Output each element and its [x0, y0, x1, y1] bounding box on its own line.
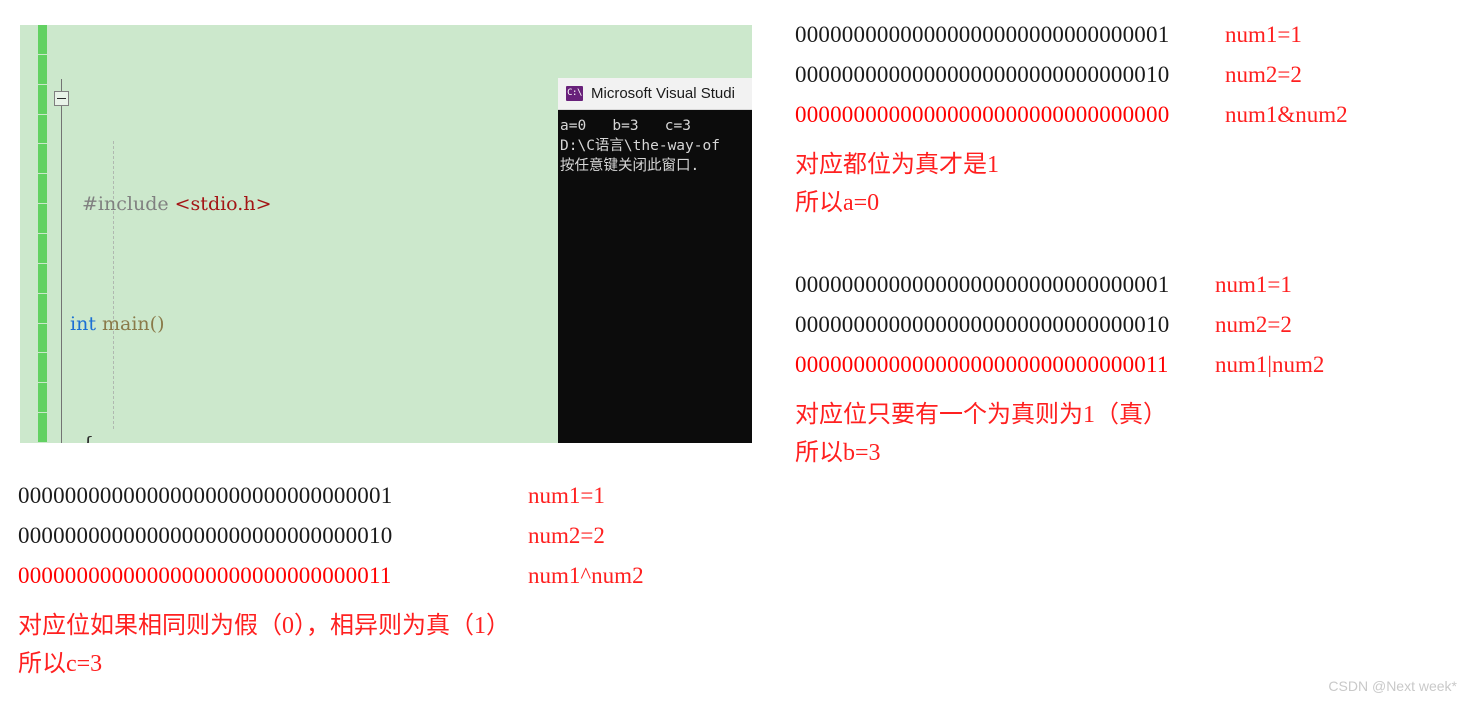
change-segment — [38, 263, 47, 294]
console-title-label: Microsoft Visual Studi — [591, 85, 735, 102]
binary-label: num2=2 — [1225, 62, 1302, 87]
binary-label: num1&num2 — [1225, 102, 1348, 127]
block-structure-line — [61, 79, 62, 443]
binary-label: num1^num2 — [528, 563, 644, 588]
binary-digits: 00000000000000000000000000000010 — [795, 312, 1170, 337]
binary-row: 00000000000000000000000000000010 num2=2 — [795, 312, 1324, 352]
or-note-rule: 对应位只要有一个为真则为1（真） — [795, 402, 1167, 428]
binary-row: 00000000000000000000000000000001 num1=1 — [795, 22, 1348, 62]
and-note-result: 所以a=0 — [795, 190, 880, 216]
binary-digits-result: 00000000000000000000000000000011 — [18, 563, 392, 588]
binary-label: num1=1 — [1225, 22, 1302, 47]
console-app-icon: C:\ — [566, 86, 583, 101]
change-segment — [38, 174, 47, 205]
binary-label: num2=2 — [528, 523, 605, 548]
change-segment — [38, 114, 47, 145]
change-indicator-bar — [38, 25, 47, 443]
header-token: <stdio.h> — [174, 193, 272, 215]
preprocessor-token: #include — [82, 193, 175, 215]
change-segment — [38, 84, 47, 115]
change-segment — [38, 204, 47, 235]
binary-label: num2=2 — [1215, 312, 1292, 337]
xor-operation-block: 00000000000000000000000000000001 num1=1 … — [18, 483, 644, 683]
change-segment — [38, 234, 47, 264]
or-operation-block: 00000000000000000000000000000001 num1=1 … — [795, 272, 1324, 472]
change-segment — [38, 293, 47, 324]
change-segment — [38, 54, 47, 85]
change-segment — [38, 25, 47, 55]
watermark-label: CSDN @Next week* — [1328, 678, 1457, 694]
xor-note-result: 所以c=3 — [18, 651, 103, 677]
brace-token: { — [82, 433, 94, 443]
binary-row: 00000000000000000000000000000001 num1=1 — [795, 272, 1324, 312]
binary-row: 00000000000000000000000000000010 num2=2 — [795, 62, 1348, 102]
binary-row: 00000000000000000000000000000010 num2=2 — [18, 523, 644, 563]
binary-label: num1=1 — [528, 483, 605, 508]
xor-note-rule: 对应位如果相同则为假（0），相异则为真（1） — [18, 613, 510, 639]
console-output-line: D:\C语言\the-way-of — [560, 138, 720, 154]
change-segment — [38, 144, 47, 175]
binary-label: num1=1 — [1215, 272, 1292, 297]
console-output-line: a=0 b=3 c=3 — [560, 118, 691, 134]
change-segment — [38, 413, 47, 443]
binary-digits: 00000000000000000000000000000010 — [795, 62, 1170, 87]
binary-digits: 00000000000000000000000000000001 — [795, 22, 1170, 47]
binary-row: 00000000000000000000000000000000 num1&nu… — [795, 102, 1348, 142]
binary-digits: 00000000000000000000000000000001 — [18, 483, 393, 508]
console-window[interactable]: C:\ Microsoft Visual Studi a=0 b=3 c=3 D:… — [558, 78, 752, 443]
change-segment — [38, 383, 47, 414]
change-segment — [38, 353, 47, 384]
function-token: main() — [95, 313, 165, 335]
binary-row: 00000000000000000000000000000011 num1|nu… — [795, 352, 1324, 392]
binary-label: num1|num2 — [1215, 352, 1325, 377]
binary-digits-result: 00000000000000000000000000000011 — [795, 352, 1169, 377]
console-output: a=0 b=3 c=3 D:\C语言\the-way-of 按任意键关闭此窗口. — [558, 110, 752, 176]
console-title-bar[interactable]: C:\ Microsoft Visual Studi — [558, 78, 752, 110]
console-output-line: 按任意键关闭此窗口. — [560, 158, 700, 174]
or-note-result: 所以b=3 — [795, 440, 881, 466]
code-fold-toggle-icon[interactable] — [54, 91, 69, 106]
binary-digits: 00000000000000000000000000000001 — [795, 272, 1170, 297]
change-segment — [38, 323, 47, 354]
keyword-token: int — [70, 313, 96, 335]
binary-digits: 00000000000000000000000000000010 — [18, 523, 393, 548]
binary-row: 00000000000000000000000000000001 num1=1 — [18, 483, 644, 523]
binary-digits-result: 00000000000000000000000000000000 — [795, 102, 1170, 127]
and-note-rule: 对应都位为真才是1 — [795, 152, 999, 178]
binary-row: 00000000000000000000000000000011 num1^nu… — [18, 563, 644, 603]
and-operation-block: 00000000000000000000000000000001 num1=1 … — [795, 22, 1348, 222]
